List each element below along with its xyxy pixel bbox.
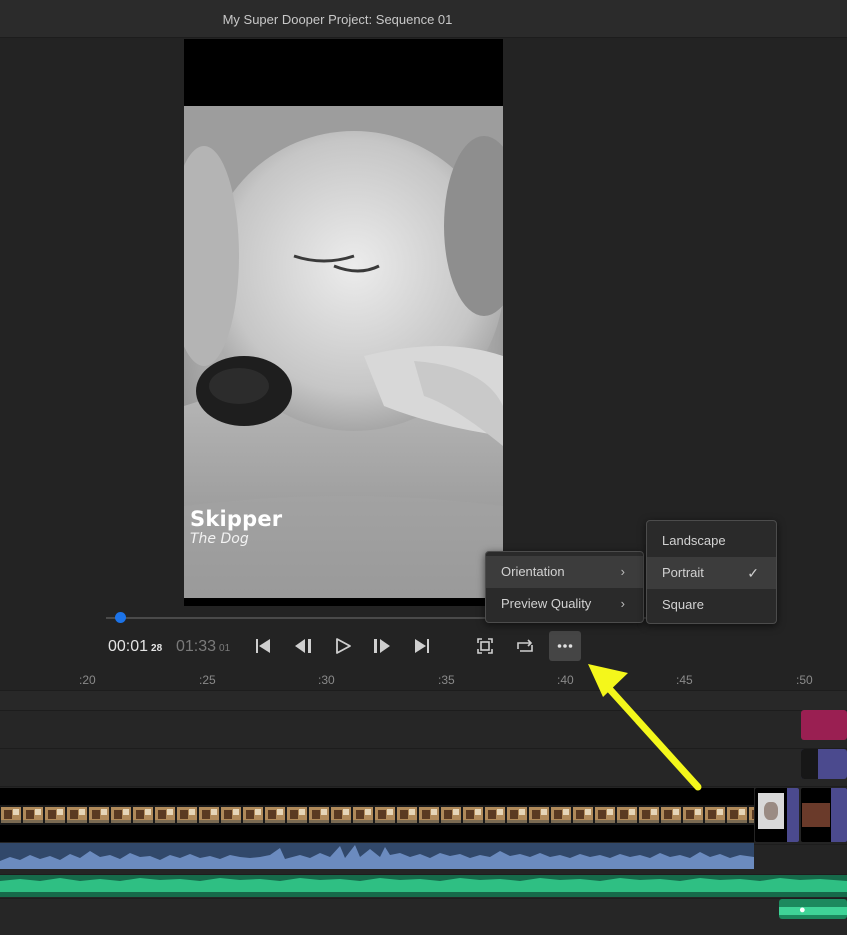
current-timecode: 00:01 28 (108, 638, 162, 656)
timeline-ruler[interactable]: :20 :25 :30 :35 :40 :45 :50 (0, 670, 847, 690)
video-frame-dog: Skipper The Dog (184, 106, 503, 598)
submenu-item-label: Portrait (662, 565, 704, 580)
ruler-tick: :50 (796, 673, 813, 687)
chevron-right-icon: › (620, 596, 625, 611)
more-options-menu: Orientation › Preview Quality › (485, 551, 644, 623)
loop-button[interactable] (512, 633, 538, 659)
transition-bar (787, 788, 799, 842)
timeline-track (0, 898, 847, 935)
menu-item-label: Orientation (501, 564, 565, 579)
graphic-clip[interactable] (801, 749, 847, 779)
fit-icon (477, 638, 493, 654)
window-title: My Super Dooper Project: Sequence 01 (222, 12, 453, 27)
timeline-track (0, 710, 847, 748)
menu-item-preview-quality[interactable]: Preview Quality › (486, 588, 643, 620)
clip-thumbnail (802, 803, 830, 827)
duration-frames: 01 (219, 643, 231, 654)
ruler-tick: :45 (676, 673, 693, 687)
submenu-item-square[interactable]: Square (647, 589, 776, 621)
audio-waveform (0, 845, 754, 869)
menu-item-orientation[interactable]: Orientation › (486, 556, 643, 588)
title-bar: My Super Dooper Project: Sequence 01 (0, 0, 847, 38)
duration-time: 01:33 (176, 638, 217, 655)
clip-thumbnail (758, 793, 784, 829)
photo-clip[interactable] (755, 788, 799, 842)
step-back-icon (295, 639, 311, 653)
clip-filmstrip (0, 805, 754, 825)
timeline-track (0, 690, 847, 710)
loop-icon (517, 639, 533, 652)
timeline-track (0, 748, 847, 786)
video-clip[interactable] (0, 788, 754, 842)
ruler-tick: :25 (199, 673, 216, 687)
orientation-submenu: Landscape Portrait ✓ Square (646, 520, 777, 624)
subtitle-overlay: The Dog (190, 531, 249, 547)
submenu-item-label: Landscape (662, 533, 726, 548)
skip-to-end-button[interactable] (409, 633, 435, 659)
duration-timecode: 01:33 01 (176, 638, 230, 656)
title-overlay: Skipper (190, 507, 283, 531)
menu-item-label: Preview Quality (501, 596, 592, 611)
ruler-tick: :40 (557, 673, 574, 687)
audio-clip[interactable] (0, 843, 754, 869)
clip-thumbnail (801, 749, 818, 779)
skip-to-start-button[interactable] (250, 633, 276, 659)
current-time: 00:01 (108, 638, 149, 655)
more-icon (557, 644, 573, 648)
voiceover-waveform (779, 907, 847, 915)
play-icon (336, 638, 351, 654)
chevron-right-icon: › (620, 564, 625, 579)
voiceover-clip[interactable]: ● (779, 899, 847, 919)
submenu-item-label: Square (662, 597, 704, 612)
step-back-button[interactable] (290, 633, 316, 659)
app-root: My Super Dooper Project: Sequence 01 Ski… (0, 0, 847, 935)
photo-clip[interactable] (801, 788, 847, 842)
step-forward-button[interactable] (369, 633, 395, 659)
skip-to-start-icon (256, 639, 270, 653)
title-clip[interactable] (801, 710, 847, 740)
person-icon: ● (799, 904, 806, 916)
checkmark-icon: ✓ (747, 565, 759, 581)
skip-to-end-icon (415, 639, 429, 653)
playhead-handle[interactable] (115, 612, 126, 623)
music-clip[interactable] (0, 875, 847, 897)
more-options-button[interactable] (549, 631, 581, 661)
step-forward-icon (374, 639, 390, 653)
current-frames: 28 (151, 643, 163, 654)
fit-button[interactable] (472, 633, 498, 659)
program-monitor[interactable]: Skipper The Dog (184, 39, 503, 606)
submenu-item-landscape[interactable]: Landscape (647, 525, 776, 557)
transition-bar (831, 788, 847, 842)
music-waveform (0, 878, 847, 892)
ruler-tick: :30 (318, 673, 335, 687)
play-button[interactable] (330, 633, 356, 659)
ruler-tick: :35 (438, 673, 455, 687)
submenu-item-portrait[interactable]: Portrait ✓ (647, 557, 776, 589)
ruler-tick: :20 (79, 673, 96, 687)
